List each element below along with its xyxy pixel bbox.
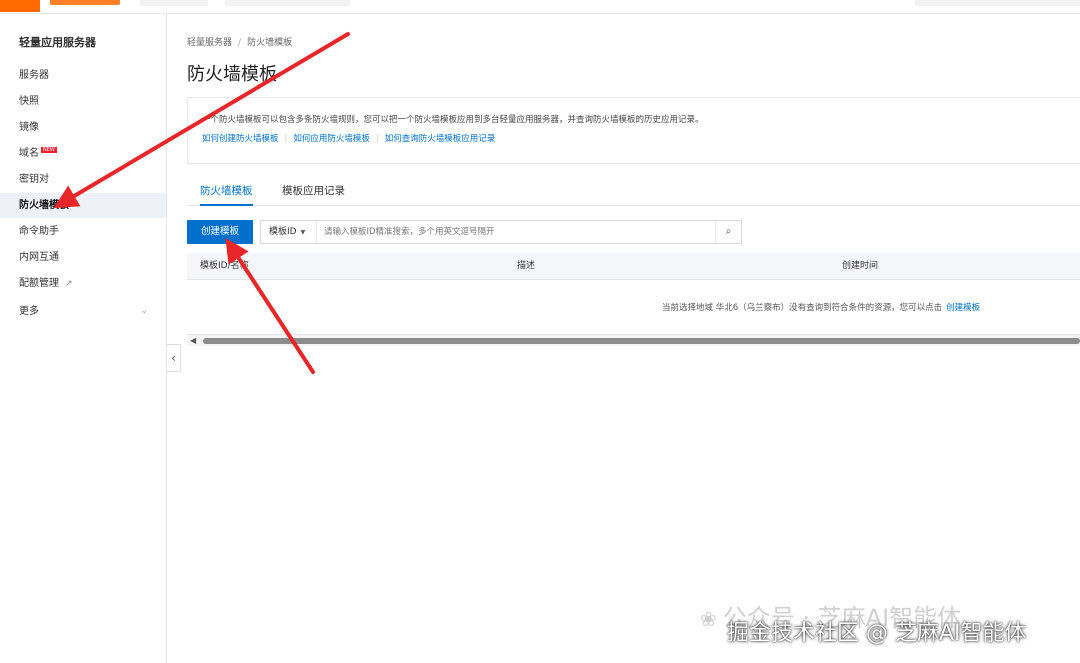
sidebar-item-label: 快照 bbox=[19, 96, 39, 107]
sidebar-item-label: 配额管理 bbox=[19, 278, 59, 289]
sidebar-item-domains[interactable]: 域名 NEW bbox=[0, 141, 166, 166]
new-badge: NEW bbox=[41, 147, 57, 153]
search-icon: ⌕ bbox=[725, 226, 732, 237]
sidebar-item-firewall-templates[interactable]: 防火墙模板 bbox=[0, 193, 166, 218]
horizontal-scrollbar[interactable]: ◀ bbox=[187, 334, 1080, 346]
global-search[interactable] bbox=[915, 0, 1080, 6]
help-link-apply[interactable]: 如何应用防火墙模板 bbox=[293, 134, 370, 144]
sidebar-item-quota[interactable]: 配额管理 ↗ bbox=[0, 271, 166, 296]
empty-state-message: 当前选择地域 华北6（乌兰察布）没有查询到符合条件的资源，您可以点击 创建模板 bbox=[662, 301, 980, 313]
help-links: 如何创建防火墙模板 | 如何应用防火墙模板 | 如何查询防火墙模板应用记录 bbox=[202, 132, 495, 144]
brand-logo-text bbox=[50, 0, 120, 5]
chevron-down-icon: ⌄ bbox=[140, 306, 148, 316]
sidebar-item-intranet[interactable]: 内网互通 bbox=[0, 245, 166, 270]
empty-state-create-link[interactable]: 创建模板 bbox=[946, 303, 980, 313]
search-bar: 模板ID▼ ⌕ bbox=[260, 220, 742, 244]
top-nav-item[interactable] bbox=[140, 0, 208, 6]
filter-select-value: 模板ID bbox=[269, 227, 297, 237]
external-link-icon: ↗ bbox=[65, 279, 73, 289]
tab-firewall-templates[interactable]: 防火墙模板 bbox=[200, 179, 253, 206]
divider: | bbox=[284, 134, 288, 144]
top-nav-item[interactable] bbox=[225, 0, 350, 6]
info-panel: 一个防火墙模板可以包含多条防火墙规则，您可以把一个防火墙模板应用到多台轻量应用服… bbox=[187, 97, 1080, 164]
sidebar-item-snapshots[interactable]: 快照 bbox=[0, 89, 166, 114]
brand-logo[interactable] bbox=[0, 0, 40, 12]
watermark-community: 掘金技术社区 @ 芝麻AI智能体 bbox=[727, 621, 1027, 646]
sidebar-item-label: 更多 bbox=[19, 306, 39, 317]
create-template-button[interactable]: 创建模板 bbox=[187, 220, 253, 244]
sidebar-item-label: 镜像 bbox=[19, 122, 39, 133]
sidebar-item-more[interactable]: 更多 ⌄ bbox=[0, 299, 166, 324]
help-link-query[interactable]: 如何查询防火墙模板应用记录 bbox=[385, 134, 496, 144]
sidebar-item-images[interactable]: 镜像 bbox=[0, 115, 166, 140]
breadcrumb-separator: / bbox=[238, 38, 242, 48]
column-header-id-name[interactable]: 模板ID/名称 bbox=[200, 253, 249, 280]
page-title: 防火墙模板 bbox=[187, 64, 277, 85]
table-header: 模板ID/名称 描述 创建时间 bbox=[187, 253, 1080, 280]
sidebar-item-label: 服务器 bbox=[19, 70, 49, 81]
wechat-icon: ❀ bbox=[700, 607, 717, 631]
search-button[interactable]: ⌕ bbox=[715, 221, 741, 243]
divider: | bbox=[375, 134, 379, 144]
search-input[interactable] bbox=[324, 221, 714, 243]
breadcrumb: 轻量服务器 / 防火墙模板 bbox=[187, 35, 292, 48]
info-description: 一个防火墙模板可以包含多条防火墙规则，您可以把一个防火墙模板应用到多台轻量应用服… bbox=[202, 115, 704, 125]
tab-bar: 防火墙模板 模板应用记录 bbox=[187, 179, 1080, 206]
tab-apply-records[interactable]: 模板应用记录 bbox=[282, 179, 345, 206]
filter-select[interactable]: 模板ID ▼ bbox=[261, 221, 317, 243]
column-header-created-time[interactable]: 创建时间 bbox=[842, 253, 878, 280]
caret-down-icon: ▼ bbox=[300, 229, 306, 236]
sidebar-title: 轻量应用服务器 bbox=[19, 36, 96, 49]
chevron-left-icon: ‹ bbox=[171, 351, 176, 365]
scrollbar-thumb[interactable] bbox=[203, 338, 1080, 344]
sidebar-item-command-assistant[interactable]: 命令助手 bbox=[0, 219, 166, 244]
sidebar-item-label: 命令助手 bbox=[19, 226, 59, 237]
sidebar: 轻量应用服务器 服务器 快照 镜像 域名 NEW 密钥对 防火墙模板 命令助手 内… bbox=[0, 14, 167, 663]
scroll-left-icon[interactable]: ◀ bbox=[190, 336, 196, 345]
sidebar-item-keypairs[interactable]: 密钥对 bbox=[0, 167, 166, 192]
sidebar-item-label: 密钥对 bbox=[19, 174, 49, 185]
help-link-create[interactable]: 如何创建防火墙模板 bbox=[202, 134, 279, 144]
sidebar-item-label: 域名 bbox=[19, 148, 39, 159]
empty-state-text: 当前选择地域 华北6（乌兰察布）没有查询到符合条件的资源，您可以点击 bbox=[662, 303, 943, 313]
sidebar-collapse-button[interactable]: ‹ bbox=[167, 344, 181, 372]
column-header-description: 描述 bbox=[517, 261, 536, 271]
top-navbar bbox=[0, 0, 1080, 14]
sidebar-item-label: 内网互通 bbox=[19, 252, 59, 263]
sidebar-item-servers[interactable]: 服务器 bbox=[0, 63, 166, 88]
breadcrumb-root[interactable]: 轻量服务器 bbox=[187, 38, 232, 48]
sidebar-item-label: 防火墙模板 bbox=[19, 200, 69, 211]
breadcrumb-current: 防火墙模板 bbox=[247, 38, 293, 48]
